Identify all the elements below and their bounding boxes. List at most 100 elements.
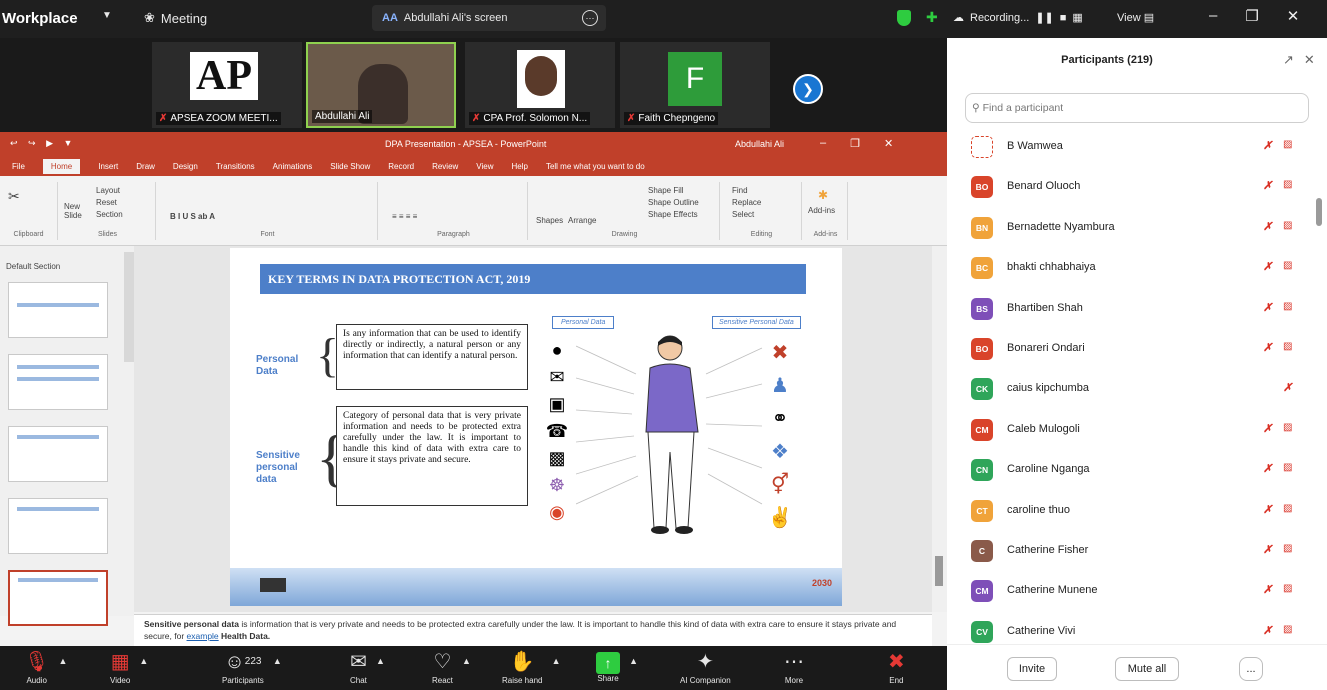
participant-row[interactable]: B Wamwea ✗ ▨: [947, 128, 1315, 168]
meeting-menu[interactable]: ❀ Meeting: [144, 10, 207, 26]
mic-muted-icon[interactable]: ✗: [1263, 220, 1272, 233]
ribbon-group-slides: Layout Reset Section New Slide Slides: [60, 182, 156, 240]
mic-off-icon: ✗: [159, 113, 168, 124]
mic-muted-icon[interactable]: ✗: [1263, 422, 1272, 435]
participants-button[interactable]: ☺223 Participants ▲: [222, 650, 282, 685]
mic-muted-icon[interactable]: ✗: [1263, 543, 1272, 556]
slide-scrollbar: [932, 246, 947, 612]
slide-thumbnail-pane: Default Section: [0, 246, 134, 626]
video-off-icon[interactable]: ▨: [1283, 583, 1292, 594]
video-tile-faith[interactable]: F ✗ Faith Chepngeno: [620, 42, 770, 128]
caret-up-icon[interactable]: ▲: [139, 656, 148, 666]
invite-button[interactable]: Invite: [1007, 657, 1057, 681]
caret-up-icon[interactable]: ▲: [58, 656, 67, 666]
video-off-icon[interactable]: ▨: [1283, 139, 1292, 150]
grid-icon[interactable]: ▦: [1072, 11, 1082, 24]
video-tile-solomon[interactable]: ✗ CPA Prof. Solomon N...: [465, 42, 615, 128]
view-button[interactable]: View ▤: [1117, 11, 1154, 24]
close-icon[interactable]: ✕: [1287, 7, 1300, 25]
participant-row[interactable]: BS Bhartiben Shah ✗ ▨: [947, 290, 1315, 330]
participant-row[interactable]: CM Catherine Munene ✗ ▨: [947, 572, 1315, 612]
video-off-icon[interactable]: ▨: [1283, 341, 1292, 352]
mic-muted-icon[interactable]: ✗: [1263, 139, 1272, 152]
caret-up-icon[interactable]: ▲: [629, 656, 638, 666]
video-off-icon[interactable]: ▨: [1283, 624, 1292, 635]
participant-name: caius kipchumba: [1007, 382, 1089, 395]
video-off-icon[interactable]: ▨: [1283, 422, 1292, 433]
ribbon-label: Font: [260, 231, 275, 238]
participant-row[interactable]: CN Caroline Nganga ✗ ▨: [947, 451, 1315, 491]
mic-muted-icon[interactable]: ✗: [1263, 503, 1272, 516]
pause-icon[interactable]: ❚❚: [1035, 11, 1053, 24]
minimize-icon[interactable]: –: [1209, 7, 1217, 25]
search-input[interactable]: ⚲ Find a participant: [965, 93, 1309, 123]
next-page-button[interactable]: ❯: [793, 74, 823, 104]
ai-companion-button[interactable]: ✦ AI Companion: [680, 650, 731, 685]
view-options-icon[interactable]: ⋯: [582, 10, 598, 26]
audio-button[interactable]: 🎙 Audio ▲: [24, 650, 67, 685]
participant-row[interactable]: BO Bonareri Ondari ✗ ▨: [947, 330, 1315, 370]
mute-all-button[interactable]: Mute all: [1115, 657, 1179, 681]
restore-icon[interactable]: ❐: [1245, 7, 1258, 25]
restore-icon: ❐: [850, 138, 860, 150]
participant-name: Bonareri Ondari: [1007, 341, 1085, 354]
caret-up-icon[interactable]: ▲: [376, 656, 385, 666]
mic-muted-icon[interactable]: ✗: [1263, 583, 1272, 596]
participant-row[interactable]: CV Catherine Vivi ✗ ▨: [947, 613, 1315, 644]
participant-row[interactable]: C Catherine Fisher ✗ ▨: [947, 532, 1315, 572]
share-button[interactable]: ↑ Share ▲: [596, 650, 638, 683]
shape-effects-label: Shape Effects: [648, 210, 698, 219]
more-button[interactable]: ⋯ More: [784, 650, 804, 685]
mic-muted-icon[interactable]: ✗: [1263, 260, 1272, 273]
term-sensitive-data: Sensitive personal data: [256, 450, 300, 485]
security-shield-icon[interactable]: [897, 10, 911, 26]
participants-scrollbar[interactable]: [1315, 128, 1323, 644]
participant-name: Caleb Mulogoli: [1007, 422, 1080, 435]
chat-button[interactable]: ✉ Chat ▲: [350, 650, 385, 685]
raise-hand-button[interactable]: ✋ Raise hand ▲: [502, 650, 560, 685]
more-options-button[interactable]: ...: [1239, 657, 1263, 681]
recording-indicator[interactable]: ☁ Recording... ❚❚ ■ ▦: [953, 11, 1083, 25]
participant-row[interactable]: CK caius kipchumba ✗: [947, 370, 1315, 410]
video-off-icon[interactable]: ▨: [1283, 543, 1292, 554]
end-button[interactable]: ✖ End: [888, 650, 905, 685]
participant-row[interactable]: BN Bernadette Nyambura ✗ ▨: [947, 209, 1315, 249]
participant-row[interactable]: BC bhakti chhabhaiya ✗ ▨: [947, 249, 1315, 289]
video-tile-apsea[interactable]: AP ✗ APSEA ZOOM MEETI...: [152, 42, 302, 128]
meeting-icon: ❀: [144, 10, 155, 25]
mic-muted-icon[interactable]: ✗: [1263, 462, 1272, 475]
close-panel-icon[interactable]: ✕: [1304, 52, 1315, 68]
mic-muted-icon[interactable]: ✗: [1263, 179, 1272, 192]
video-tile-abdullahi[interactable]: Abdullahi Ali: [306, 42, 456, 128]
caret-up-icon[interactable]: ▲: [552, 656, 561, 666]
video-off-icon[interactable]: ▨: [1283, 301, 1292, 312]
mic-muted-icon[interactable]: ✗: [1283, 381, 1292, 394]
video-button[interactable]: ▦ Video ▲: [110, 650, 148, 685]
mic-muted-icon[interactable]: ✗: [1263, 341, 1272, 354]
tab-transitions: Transitions: [215, 161, 255, 171]
participant-name: Catherine Munene: [1007, 584, 1098, 597]
ribbon-label: Drawing: [611, 231, 638, 238]
video-off-icon[interactable]: ▨: [1283, 503, 1292, 514]
caret-up-icon[interactable]: ▲: [273, 656, 282, 666]
participants-title: Participants (219): [1061, 54, 1153, 66]
video-off-icon[interactable]: ▨: [1283, 260, 1292, 271]
chevron-down-icon[interactable]: ▼: [102, 10, 112, 21]
video-off-icon[interactable]: ▨: [1283, 462, 1292, 473]
plus-icon[interactable]: ✚: [926, 9, 938, 26]
caret-up-icon[interactable]: ▲: [462, 656, 471, 666]
mic-muted-icon[interactable]: ✗: [1263, 624, 1272, 637]
participant-row[interactable]: BO Benard Oluoch ✗ ▨: [947, 168, 1315, 208]
screen-share-pill[interactable]: AA Abdullahi Ali's screen ⋯: [372, 5, 606, 31]
participant-row[interactable]: CM Caleb Mulogoli ✗ ▨: [947, 411, 1315, 451]
video-off-icon[interactable]: ▨: [1283, 179, 1292, 190]
participant-row[interactable]: CT caroline thuo ✗ ▨: [947, 492, 1315, 532]
search-placeholder: Find a participant: [982, 102, 1064, 114]
mic-muted-icon[interactable]: ✗: [1263, 301, 1272, 314]
stop-icon[interactable]: ■: [1060, 12, 1067, 24]
footer-logo-icon: [260, 578, 286, 592]
popout-icon[interactable]: ↗: [1283, 52, 1294, 68]
tag-sensitive-data: Sensitive Personal Data: [712, 316, 801, 329]
video-off-icon[interactable]: ▨: [1283, 220, 1292, 231]
react-button[interactable]: ♡ React ▲: [432, 650, 471, 685]
